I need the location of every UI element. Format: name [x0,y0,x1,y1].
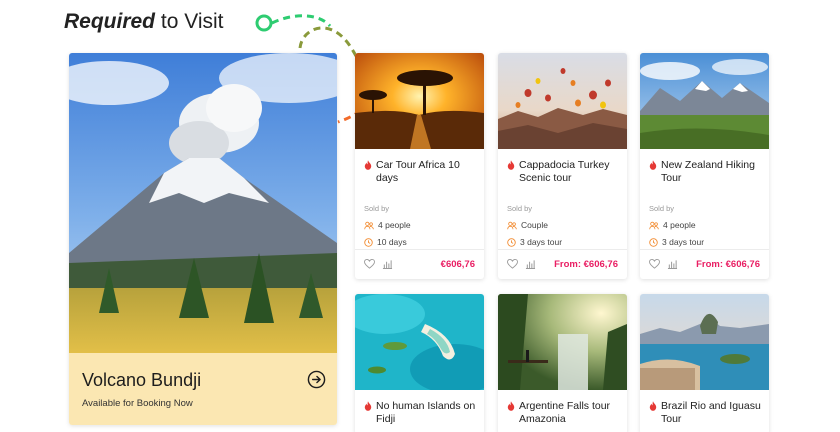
card-divider [640,249,769,250]
rio-bay-image [640,294,769,390]
duration-info: 10 days [364,237,407,247]
new-zealand-mountains-image [640,53,769,149]
tour-card[interactable]: Cappadocia Turkey Scenic tour Sold by Co… [498,53,627,279]
flame-icon [364,160,372,170]
tour-card[interactable]: No human Islands on Fidji [355,294,484,432]
argentine-falls-image [498,294,627,390]
heading-strong: Required [64,10,156,33]
africa-sunset-image [355,53,484,149]
featured-subtitle: Available for Booking Now [82,398,193,409]
clock-icon [507,238,516,247]
stats-icon[interactable] [525,259,536,269]
heart-icon[interactable] [649,259,660,269]
tour-card[interactable]: Car Tour Africa 10 days Sold by 4 people… [355,53,484,279]
heading-light: to Visit [160,10,224,33]
flame-icon [507,401,515,411]
people-info: 4 people [649,220,696,230]
stats-icon[interactable] [667,259,678,269]
tour-card[interactable]: New Zealand Hiking Tour Sold by 4 people… [640,53,769,279]
flame-icon [649,401,657,411]
featured-info-panel: Volcano Bundji Available for Booking Now [69,353,337,425]
sold-by-label: Sold by [507,204,533,213]
sold-by-label: Sold by [649,204,675,213]
duration-info: 3 days tour [649,237,704,247]
tour-card[interactable]: Argentine Falls tour Amazonia [498,294,627,432]
featured-title: Volcano Bundji [82,370,202,390]
card-divider [498,249,627,250]
stats-icon[interactable] [382,259,393,269]
tour-name: Cappadocia Turkey Scenic tour [507,159,623,184]
fidji-islands-image [355,294,484,390]
tour-name: Brazil Rio and Iguasu Tour [649,400,765,425]
heart-icon[interactable] [364,259,375,269]
people-info: Couple [507,220,548,230]
card-divider [355,249,484,250]
tour-card[interactable]: Brazil Rio and Iguasu Tour [640,294,769,432]
volcano-image [69,53,337,353]
section-heading: Required to Visit [64,10,224,34]
card-actions [507,259,536,269]
flame-icon [507,160,515,170]
cappadocia-balloons-image [498,53,627,149]
people-icon [507,221,517,230]
flame-icon [364,401,372,411]
tour-price: From: €606,76 [696,259,760,270]
card-actions [649,259,678,269]
tour-name: Car Tour Africa 10 days [364,159,480,184]
tour-name: New Zealand Hiking Tour [649,159,765,184]
tour-price: €606,76 [440,259,475,270]
heart-icon[interactable] [507,259,518,269]
flame-icon [649,160,657,170]
people-info: 4 people [364,220,411,230]
duration-info: 3 days tour [507,237,562,247]
sold-by-label: Sold by [364,204,390,213]
tour-price: From: €606,76 [554,259,618,270]
tour-name: Argentine Falls tour Amazonia [507,400,623,425]
featured-destination-card[interactable]: Volcano Bundji Available for Booking Now [69,53,337,425]
arrow-right-circle-icon[interactable] [307,370,326,389]
clock-icon [649,238,658,247]
clock-icon [364,238,373,247]
tour-name: No human Islands on Fidji [364,400,480,425]
people-icon [649,221,659,230]
card-actions [364,259,393,269]
people-icon [364,221,374,230]
